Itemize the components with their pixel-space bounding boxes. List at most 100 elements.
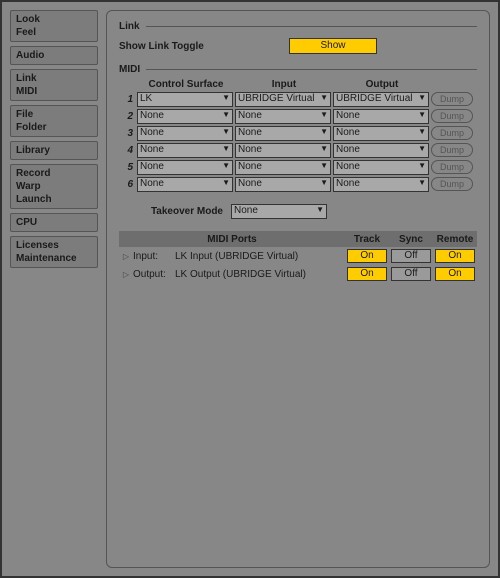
midi-row: 6 None None None Dump	[119, 176, 477, 192]
row-number: 1	[119, 94, 137, 105]
sidebar-group: CPU	[10, 213, 98, 232]
sidebar: Look Feel Audio Link MIDI File Folder Li…	[10, 10, 98, 568]
sidebar-group: Licenses Maintenance	[10, 236, 98, 268]
section-label: Link	[119, 21, 140, 32]
row-number: 4	[119, 145, 137, 156]
port-row: ▷ Input: LK Input (UBRIDGE Virtual) On O…	[119, 247, 477, 265]
midi-row: 4 None None None Dump	[119, 142, 477, 158]
dump-button[interactable]: Dump	[431, 177, 473, 191]
control-surface-select[interactable]: None	[137, 126, 233, 141]
input-select[interactable]: None	[235, 160, 331, 175]
sync-toggle[interactable]: Off	[391, 249, 431, 263]
section-link: Link	[119, 21, 477, 32]
control-surface-select[interactable]: None	[137, 143, 233, 158]
midi-ports: MIDI Ports Track Sync Remote ▷ Input: LK…	[119, 231, 477, 283]
show-link-label: Show Link Toggle	[119, 41, 289, 52]
output-select[interactable]: UBRIDGE Virtual	[333, 92, 429, 107]
main-panel: Link Show Link Toggle Show MIDI Control …	[106, 10, 490, 568]
header-dump	[431, 79, 477, 90]
input-select[interactable]: UBRIDGE Virtual	[235, 92, 331, 107]
midi-row: 3 None None None Dump	[119, 125, 477, 141]
divider	[146, 69, 477, 70]
sidebar-item-licenses[interactable]: Licenses	[16, 239, 92, 252]
output-select[interactable]: None	[333, 160, 429, 175]
takeover-row: Takeover Mode None	[119, 204, 477, 219]
expand-icon[interactable]: ▷	[119, 252, 133, 261]
dump-button[interactable]: Dump	[431, 143, 473, 157]
expand-icon[interactable]: ▷	[119, 270, 133, 279]
output-select[interactable]: None	[333, 126, 429, 141]
section-midi: MIDI	[119, 64, 477, 75]
track-toggle[interactable]: On	[347, 267, 387, 281]
sidebar-group: File Folder	[10, 105, 98, 137]
header-sync: Sync	[389, 234, 433, 245]
dump-button[interactable]: Dump	[431, 160, 473, 174]
sidebar-group: Audio	[10, 46, 98, 65]
port-row: ▷ Output: LK Output (UBRIDGE Virtual) On…	[119, 265, 477, 283]
sidebar-group: Record Warp Launch	[10, 164, 98, 209]
row-number: 6	[119, 179, 137, 190]
midi-header-row: Control Surface Input Output	[119, 79, 477, 90]
track-toggle[interactable]: On	[347, 249, 387, 263]
takeover-label: Takeover Mode	[119, 206, 231, 217]
sidebar-item-file[interactable]: File	[16, 108, 92, 121]
sidebar-item-look[interactable]: Look	[16, 13, 92, 26]
sidebar-item-maintenance[interactable]: Maintenance	[16, 252, 92, 265]
output-select[interactable]: None	[333, 143, 429, 158]
sidebar-group: Link MIDI	[10, 69, 98, 101]
input-select[interactable]: None	[235, 126, 331, 141]
output-select[interactable]: None	[333, 109, 429, 124]
ports-title: MIDI Ports	[119, 234, 345, 245]
header-control-surface: Control Surface	[137, 79, 235, 90]
sidebar-item-cpu[interactable]: CPU	[16, 216, 92, 229]
row-number: 2	[119, 111, 137, 122]
row-number: 5	[119, 162, 137, 173]
dump-button[interactable]: Dump	[431, 126, 473, 140]
header-output: Output	[333, 79, 431, 90]
show-link-button[interactable]: Show	[289, 38, 377, 54]
sync-toggle[interactable]: Off	[391, 267, 431, 281]
divider	[146, 26, 477, 27]
section-label: MIDI	[119, 64, 140, 75]
input-select[interactable]: None	[235, 143, 331, 158]
sidebar-item-warp[interactable]: Warp	[16, 180, 92, 193]
sidebar-item-folder[interactable]: Folder	[16, 121, 92, 134]
remote-toggle[interactable]: On	[435, 267, 475, 281]
input-select[interactable]: None	[235, 109, 331, 124]
sidebar-item-link[interactable]: Link	[16, 72, 92, 85]
sidebar-group: Library	[10, 141, 98, 160]
port-name: LK Input (UBRIDGE Virtual)	[175, 251, 345, 262]
midi-row: 1 LK UBRIDGE Virtual UBRIDGE Virtual Dum…	[119, 91, 477, 107]
show-link-row: Show Link Toggle Show	[119, 38, 477, 54]
control-surface-select[interactable]: None	[137, 109, 233, 124]
control-surface-select[interactable]: LK	[137, 92, 233, 107]
port-name: LK Output (UBRIDGE Virtual)	[175, 269, 345, 280]
sidebar-item-feel[interactable]: Feel	[16, 26, 92, 39]
takeover-select[interactable]: None	[231, 204, 327, 219]
port-dir: Output:	[133, 269, 175, 280]
control-surface-select[interactable]: None	[137, 177, 233, 192]
header-num	[119, 79, 137, 90]
sidebar-item-launch[interactable]: Launch	[16, 193, 92, 206]
header-track: Track	[345, 234, 389, 245]
port-dir: Input:	[133, 251, 175, 262]
sidebar-item-audio[interactable]: Audio	[16, 49, 92, 62]
ports-header: MIDI Ports Track Sync Remote	[119, 231, 477, 247]
dump-button[interactable]: Dump	[431, 92, 473, 106]
sidebar-item-midi[interactable]: MIDI	[16, 85, 92, 98]
sidebar-item-record[interactable]: Record	[16, 167, 92, 180]
header-remote: Remote	[433, 234, 477, 245]
sidebar-group: Look Feel	[10, 10, 98, 42]
output-select[interactable]: None	[333, 177, 429, 192]
input-select[interactable]: None	[235, 177, 331, 192]
dump-button[interactable]: Dump	[431, 109, 473, 123]
sidebar-item-library[interactable]: Library	[16, 144, 92, 157]
midi-row: 2 None None None Dump	[119, 108, 477, 124]
row-number: 3	[119, 128, 137, 139]
remote-toggle[interactable]: On	[435, 249, 475, 263]
header-input: Input	[235, 79, 333, 90]
midi-row: 5 None None None Dump	[119, 159, 477, 175]
prefs-window: Look Feel Audio Link MIDI File Folder Li…	[0, 0, 500, 578]
control-surface-select[interactable]: None	[137, 160, 233, 175]
midi-table: Control Surface Input Output 1 LK UBRIDG…	[119, 79, 477, 192]
